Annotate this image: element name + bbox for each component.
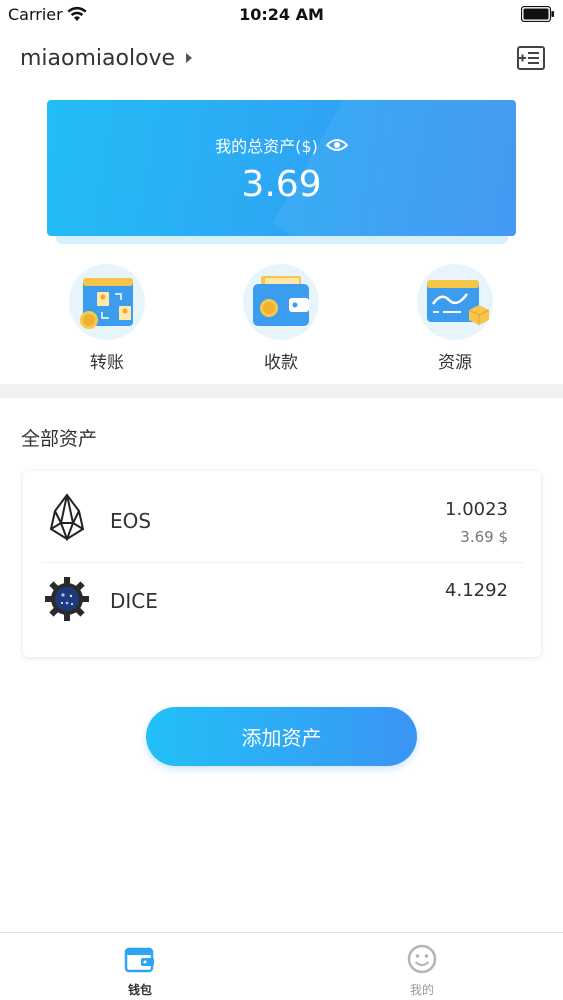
asset-row-eos[interactable]: EOS 1.0023 3.69 $ xyxy=(23,471,541,563)
account-switcher[interactable]: miaomiaolove xyxy=(20,40,193,76)
battery-icon xyxy=(521,6,554,22)
tab-mine[interactable]: 我的 xyxy=(352,933,492,1000)
tab-wallet[interactable]: 钱包 xyxy=(70,933,210,1000)
tab-bar: 钱包 我的 xyxy=(0,932,563,1000)
dice-logo-icon xyxy=(45,577,89,621)
add-account-icon[interactable] xyxy=(515,42,547,74)
all-assets-title: 全部资产 xyxy=(21,428,98,450)
total-assets-label: 我的总资产($) xyxy=(215,137,318,156)
receive-wallet-icon xyxy=(243,264,319,340)
tab-wallet-label: 钱包 xyxy=(127,983,152,997)
asset-name: DICE xyxy=(110,589,158,613)
resources-label: 资源 xyxy=(438,353,472,373)
wallet-tab-icon xyxy=(124,947,154,973)
account-name: miaomiaolove xyxy=(20,45,176,71)
caret-right-icon xyxy=(186,53,193,63)
asset-name: EOS xyxy=(110,509,152,533)
asset-amount: 1.0023 xyxy=(445,499,508,520)
transfer-action[interactable]: 转账 xyxy=(52,264,162,374)
transfer-label: 转账 xyxy=(90,353,124,373)
smiley-tab-icon xyxy=(407,944,437,974)
section-divider xyxy=(0,384,563,398)
asset-usd-value: 3.69 $ xyxy=(460,528,508,546)
status-time: 10:24 AM xyxy=(239,5,324,24)
eos-logo-icon xyxy=(49,493,85,541)
total-assets-label-row: 我的总资产($) xyxy=(47,133,516,157)
transfer-icon xyxy=(69,264,145,340)
eye-icon[interactable] xyxy=(325,138,348,152)
asset-row-dice[interactable]: DICE 4.1292 xyxy=(23,563,541,655)
quick-actions: 转账 收款 资源 xyxy=(0,264,563,374)
asset-list: EOS 1.0023 3.69 $ DICE 4.1292 xyxy=(23,471,541,657)
total-assets-value: 3.69 xyxy=(241,164,322,205)
receive-action[interactable]: 收款 xyxy=(226,264,336,374)
tab-mine-label: 我的 xyxy=(409,983,434,997)
total-assets-card: 我的总资产($) 3.69 xyxy=(47,100,516,236)
asset-amount: 4.1292 xyxy=(445,580,508,601)
status-bar: Carrier 10:24 AM xyxy=(0,0,563,30)
resources-action[interactable]: 资源 xyxy=(400,264,510,374)
resources-icon xyxy=(417,264,493,340)
receive-label: 收款 xyxy=(264,353,298,373)
add-asset-button[interactable]: 添加资产 xyxy=(146,707,417,766)
